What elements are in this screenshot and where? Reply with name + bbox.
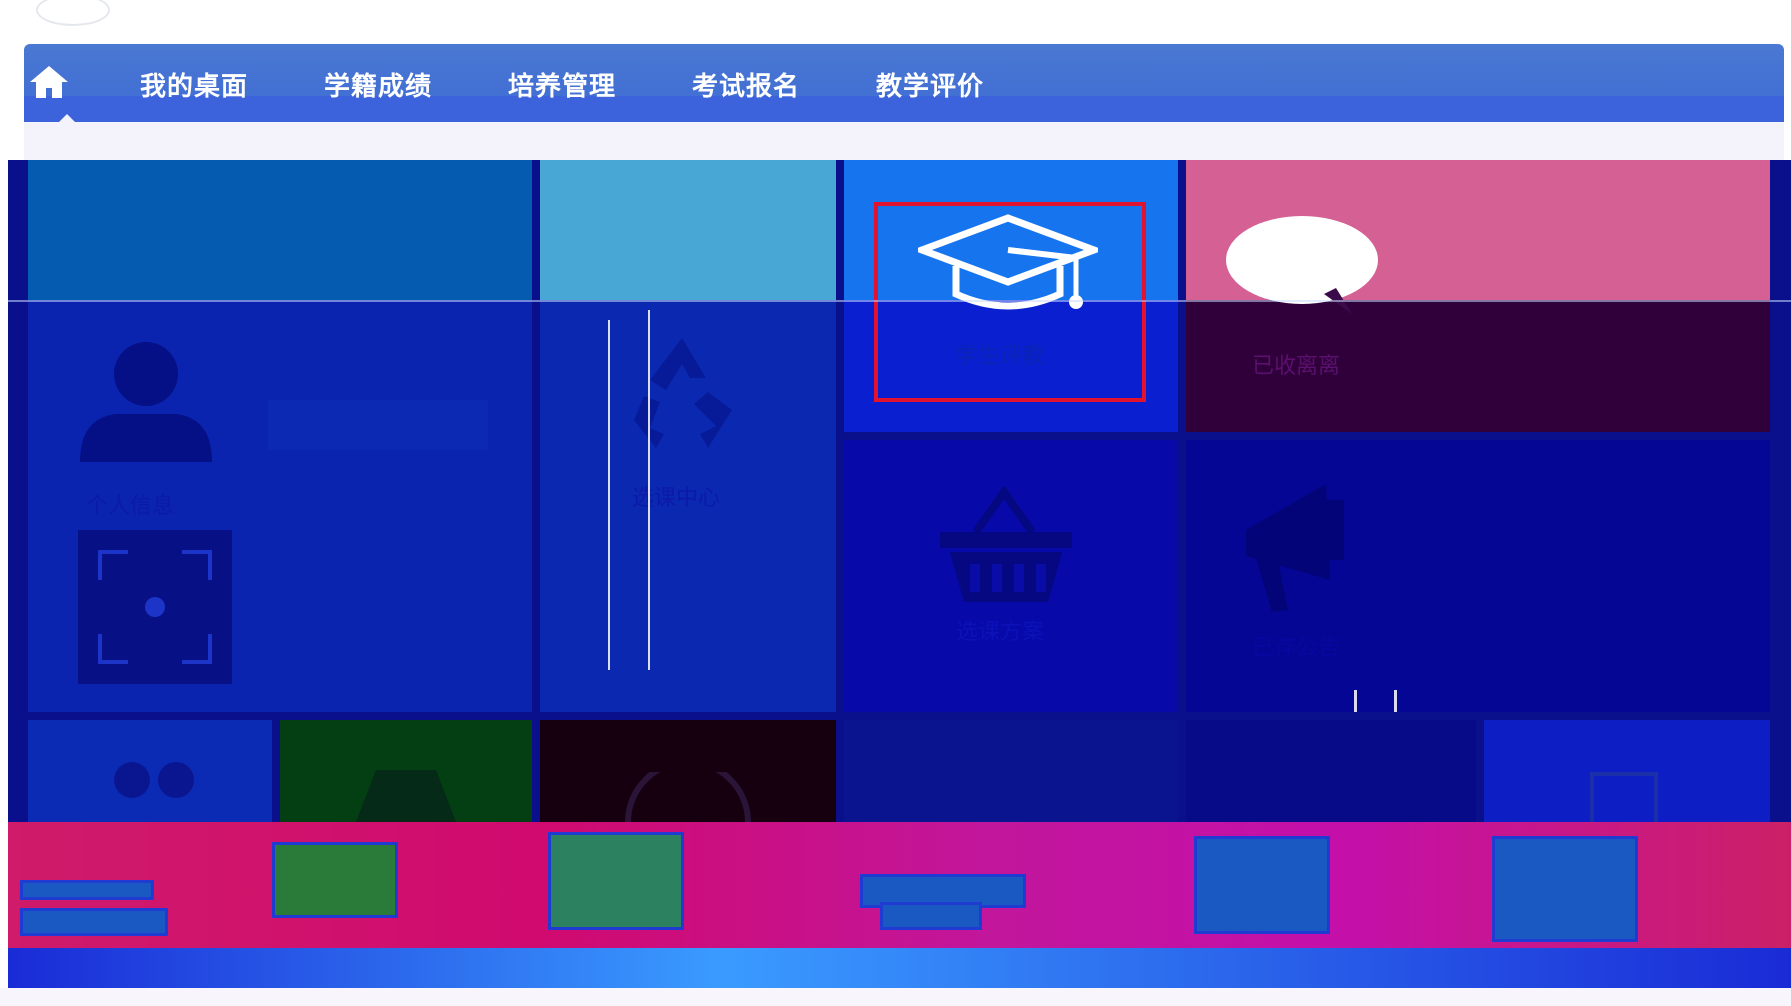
graduation-cap-icon [918,214,1098,310]
logo [36,0,110,26]
glitch-block [548,832,684,930]
tile-notice[interactable]: 已存公告 [1186,440,1770,712]
notice-label: 已存公告 [1252,636,1341,661]
glitch-line [608,320,610,670]
tile-student-eval[interactable]: 学生评教 [844,160,1178,432]
bottom-strip [8,948,1791,988]
user-icon [80,342,212,462]
cart-label: 选课方案 [956,620,1045,645]
tile-personal-info[interactable]: 个人信息 [28,300,532,712]
tile-cart[interactable]: 选课方案 [844,440,1178,712]
recycle-icon [634,338,732,448]
glitch-line [1394,690,1397,712]
page-footer [0,988,1791,1006]
clipboard-icon [1590,772,1658,822]
glitch-block [20,880,154,900]
nav-item-desktop[interactable]: 我的桌面 [140,66,248,103]
course-center-label: 选课中心 [632,486,721,511]
glitch-line [648,310,650,670]
nav-shelf [24,122,1784,160]
basket-icon [940,486,1072,602]
tile-row3-2[interactable] [280,720,532,822]
scan-line [8,300,1791,302]
tile-row3-1[interactable] [28,720,272,822]
personal-info-label: 个人信息 [86,494,175,519]
group-icon [114,762,194,798]
tile-top-sky[interactable] [540,160,836,300]
info-placeholder [268,400,488,450]
tile-row3-3[interactable] [540,720,836,822]
glitch-block [1194,836,1330,934]
nav-item-exam-signup[interactable]: 考试报名 [692,66,800,103]
tile-row3-6[interactable] [1484,720,1770,822]
nav-item-enrollment-grades[interactable]: 学籍成绩 [324,66,432,103]
monitor-icon [356,770,456,822]
circle-icon [625,772,751,822]
glitch-line [1354,690,1357,712]
glitch-block [20,908,168,936]
glitch-block [1492,836,1638,942]
tile-messages[interactable]: 已收离离 [1186,300,1770,432]
nav-item-teaching-eval[interactable]: 教学评价 [876,66,984,103]
megaphone-icon [1246,484,1344,612]
top-nav: 我的桌面 学籍成绩 培养管理 考试报名 教学评价 [24,44,1784,123]
speech-bubble-icon [1226,216,1378,314]
student-eval-label: 学生评教 [956,344,1045,369]
glitch-block [880,902,982,930]
tile-row3-5[interactable] [1186,720,1476,822]
header-strip [0,0,1791,44]
nav-item-training[interactable]: 培养管理 [508,66,616,103]
tile-top-left[interactable] [28,160,532,300]
tile-course-center[interactable]: 选课中心 [540,300,836,712]
messages-label: 已收离离 [1252,354,1341,379]
tile-row3-4[interactable] [844,720,1178,822]
glitch-block [272,842,398,918]
glitch-banner [8,822,1791,962]
home-icon[interactable] [28,62,70,102]
qr-scan-icon [78,530,232,684]
